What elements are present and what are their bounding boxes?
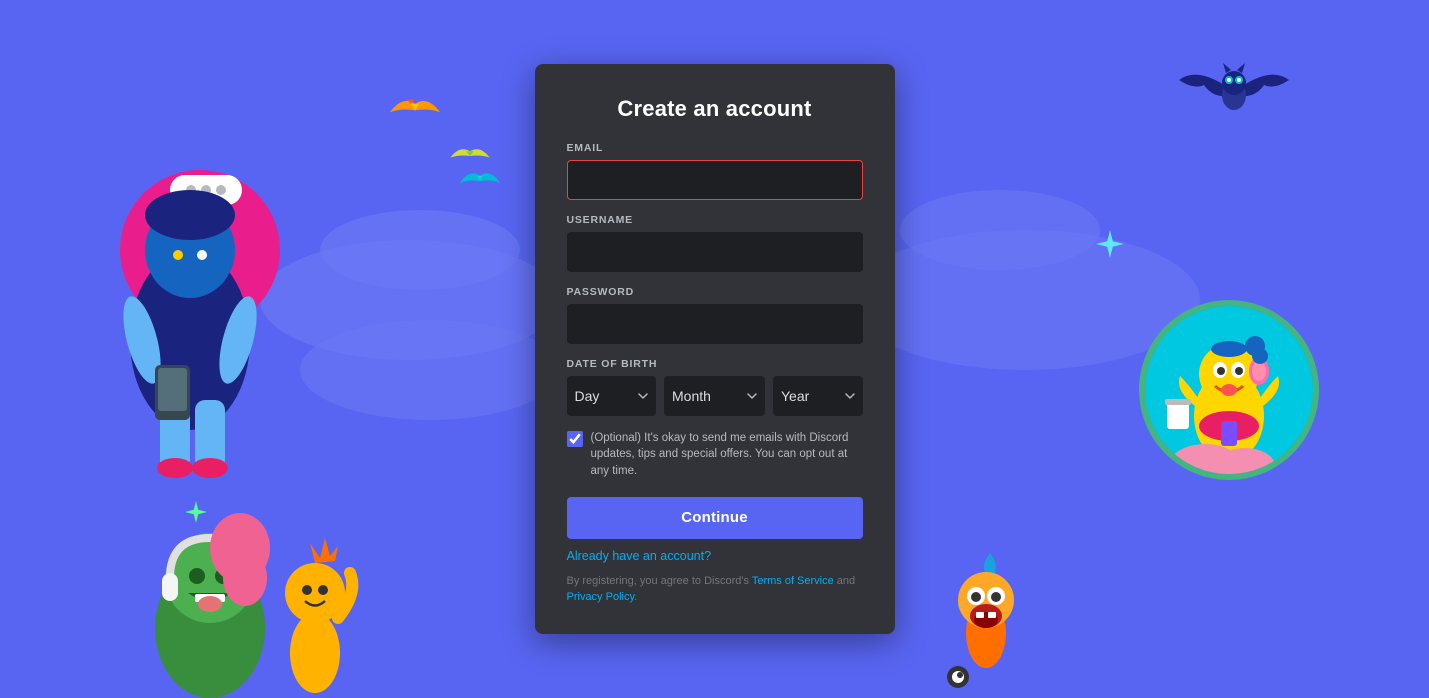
month-select[interactable]: Month JanuaryFebruaryMarch AprilMayJune … [664,376,765,416]
year-select[interactable]: Year 202420232022 202120202019 201820102… [773,376,863,416]
create-account-modal: Create an account EMAIL USERNAME PASSWOR… [535,64,895,633]
newsletter-checkbox-row: (Optional) It's okay to send me emails w… [567,430,863,478]
continue-button[interactable]: Continue [567,497,863,539]
password-label: PASSWORD [567,286,863,298]
email-group: EMAIL [567,142,863,200]
day-select[interactable]: Day 123 456 789 101112 131415 161718 192… [567,376,657,416]
terms-and: and [834,575,855,587]
username-group: USERNAME [567,214,863,272]
username-label: USERNAME [567,214,863,226]
email-input[interactable] [567,160,863,200]
dob-row: Day 123 456 789 101112 131415 161718 192… [567,376,863,416]
dob-group: DATE OF BIRTH Day 123 456 789 101112 131… [567,358,863,416]
newsletter-label: (Optional) It's okay to send me emails w… [591,430,863,478]
terms-of-service-link[interactable]: Terms of Service [752,575,834,587]
privacy-policy-link[interactable]: Privacy Policy [567,591,635,603]
terms-text: By registering, you agree to Discord's T… [567,573,863,606]
dob-label: DATE OF BIRTH [567,358,863,370]
password-group: PASSWORD [567,286,863,344]
newsletter-checkbox[interactable] [567,431,583,447]
terms-suffix: . [634,591,637,603]
username-input[interactable] [567,232,863,272]
email-label: EMAIL [567,142,863,154]
modal-overlay: Create an account EMAIL USERNAME PASSWOR… [0,0,1429,698]
already-have-account-link[interactable]: Already have an account? [567,549,863,563]
password-input[interactable] [567,304,863,344]
terms-prefix: By registering, you agree to Discord's [567,575,752,587]
modal-title: Create an account [567,96,863,122]
